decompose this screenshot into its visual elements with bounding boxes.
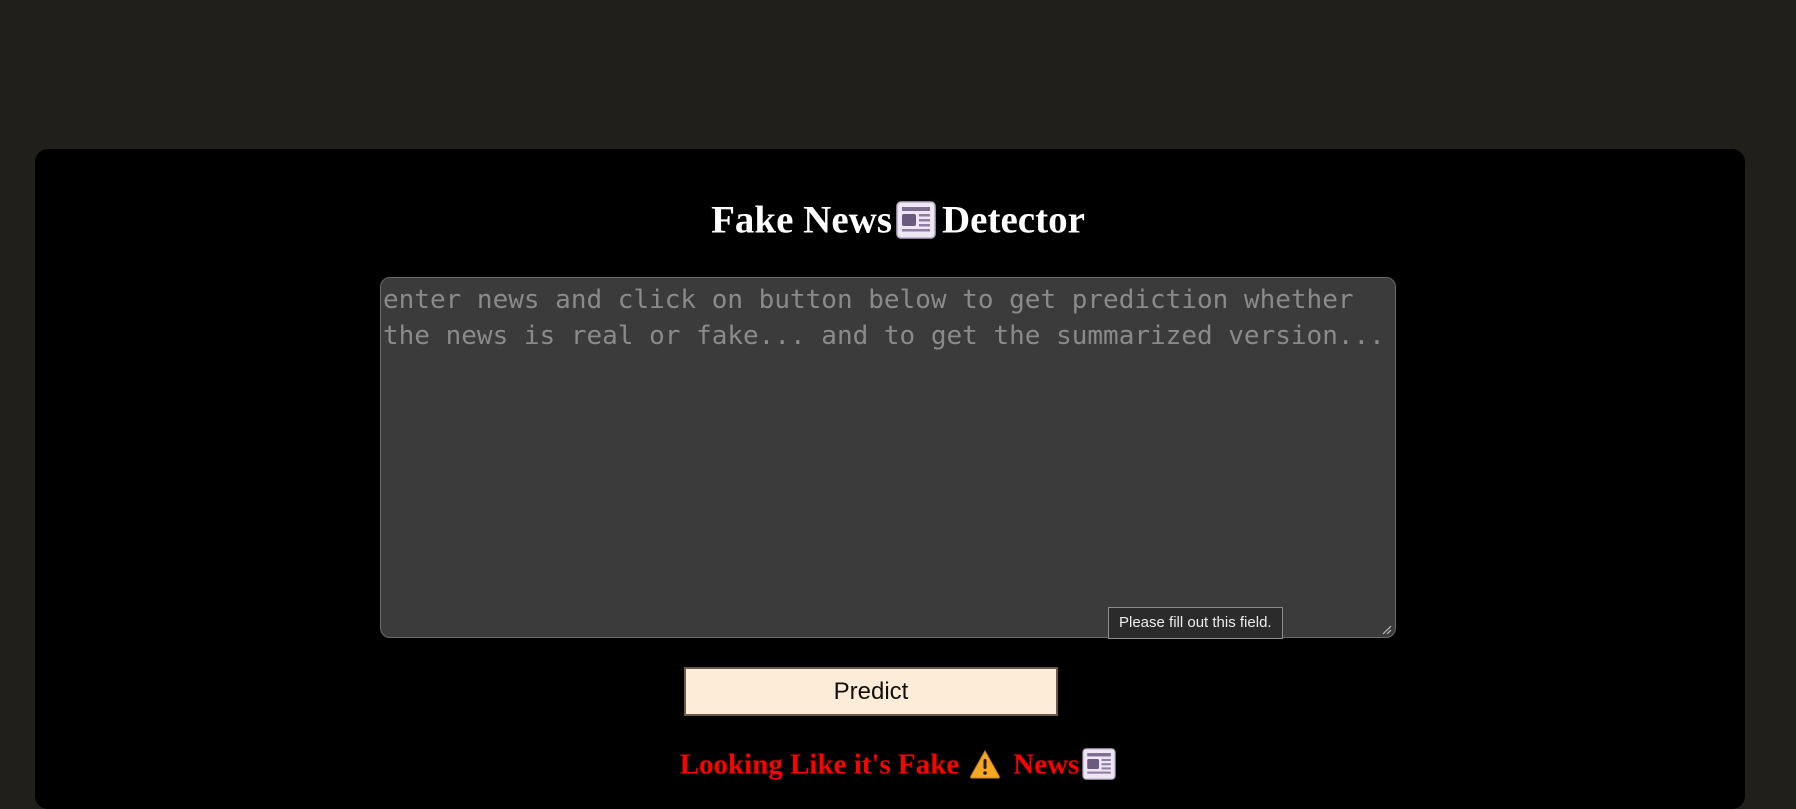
news-input-container [380,277,1396,638]
prediction-result-text: Looking Like it's Fake [679,748,960,781]
news-text-input[interactable] [380,277,1396,638]
page-title-text-fake-news: Fake News [711,198,892,242]
predict-button[interactable]: Predict [684,667,1058,716]
page-title: Fake News Detector [0,194,1796,243]
page-title-text-detector: Detector [942,198,1085,242]
warning-icon [970,750,1001,779]
resize-handle-icon[interactable] [1382,625,1392,635]
validation-tooltip: Please fill out this field. [1108,607,1283,639]
prediction-result: Looking Like it's Fake News [0,742,1796,784]
newspaper-icon [896,201,936,239]
prediction-result-news: News [1013,748,1080,781]
newspaper-icon [1082,748,1116,781]
